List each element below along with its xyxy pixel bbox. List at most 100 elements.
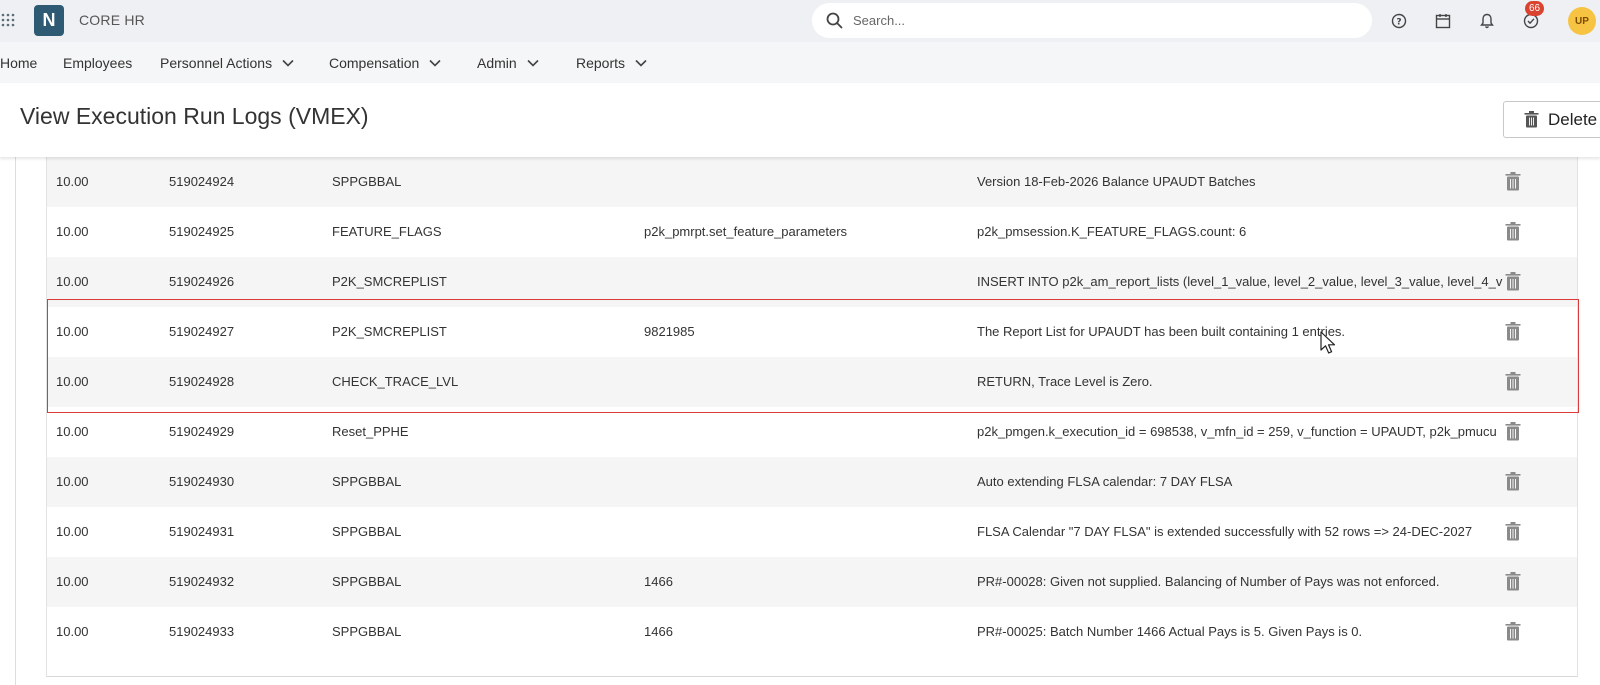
cell-c5: FLSA Calendar "7 DAY FLSA" is extended s… <box>977 524 1473 539</box>
table-row[interactable]: 10.00 519024933 SPPGBBAL 1466 PR#-00025: Bat… <box>47 607 1577 657</box>
cell-c2: 519024931 <box>169 524 235 539</box>
cell-c2: 519024925 <box>169 224 235 239</box>
nav-personnel-actions[interactable]: Personnel Actions <box>160 55 294 71</box>
cell-c1: 10.00 <box>56 174 89 189</box>
row-delete-trash-icon[interactable] <box>1505 272 1521 291</box>
cell-c4: 9821985 <box>644 324 695 339</box>
app-logo[interactable]: N <box>34 5 64 36</box>
cell-c5: p2k_pmgen.k_execution_id = 698538, v_mfn… <box>977 424 1497 439</box>
cell-c2: 519024927 <box>169 324 235 339</box>
row-delete-trash-icon[interactable] <box>1505 422 1521 441</box>
content-area: 10.00 519024924 SPPGBBAL Version 18-Feb-202… <box>0 157 1600 685</box>
cell-c3: SPPGBBAL <box>332 624 402 639</box>
notification-badge: 66 <box>1525 1 1544 16</box>
cell-c3: SPPGBBAL <box>332 174 402 189</box>
row-delete-trash-icon[interactable] <box>1505 322 1521 341</box>
cell-c5: p2k_pmsession.K_FEATURE_FLAGS.count: 6 <box>977 224 1247 239</box>
cell-c3: FEATURE_FLAGS <box>332 224 442 239</box>
chevron-down-icon <box>282 59 294 67</box>
chevron-down-icon <box>635 59 647 67</box>
cell-c5: Auto extending FLSA calendar: 7 DAY FLSA <box>977 474 1233 489</box>
table-row[interactable]: 10.00 519024927 P2K_SMCREPLIST 9821985 The R… <box>47 307 1577 357</box>
cell-c5: PR#-00028: Given not supplied. Balancing… <box>977 574 1440 589</box>
table-row[interactable]: 10.00 519024926 P2K_SMCREPLIST INSERT INTO … <box>47 257 1577 307</box>
top-bar: N CORE HR ? 66 UP <box>0 0 1600 42</box>
table-row[interactable]: 10.00 519024932 SPPGBBAL 1466 PR#-00028: Giv… <box>47 557 1577 607</box>
cell-c3: P2K_SMCREPLIST <box>332 324 447 339</box>
cell-c2: 519024930 <box>169 474 235 489</box>
nav-personnel-actions-label: Personnel Actions <box>160 55 273 71</box>
cell-c4: 1466 <box>644 574 673 589</box>
cell-c2: 519024932 <box>169 574 235 589</box>
row-delete-trash-icon[interactable] <box>1505 172 1521 191</box>
row-delete-trash-icon[interactable] <box>1505 472 1521 491</box>
calendar-icon[interactable] <box>1433 11 1453 31</box>
search-bar[interactable] <box>812 3 1372 38</box>
chevron-down-icon <box>527 59 539 67</box>
table-row[interactable]: 10.00 519024925 FEATURE_FLAGS p2k_pmrpt.set… <box>47 207 1577 257</box>
nav-home[interactable]: Home <box>0 55 37 71</box>
table-row[interactable]: 10.00 519024930 SPPGBBAL Auto extending FLS… <box>47 457 1577 507</box>
cell-c5: Version 18-Feb-2026 Balance UPAUDT Batch… <box>977 174 1256 189</box>
cell-c3: SPPGBBAL <box>332 474 402 489</box>
nav-compensation-label: Compensation <box>329 55 420 71</box>
page-header: View Execution Run Logs (VMEX) Delete <box>0 83 1600 157</box>
cell-c5: PR#-00025: Batch Number 1466 Actual Pays… <box>977 624 1363 639</box>
row-delete-trash-icon[interactable] <box>1505 372 1521 391</box>
cell-c1: 10.00 <box>56 424 89 439</box>
row-delete-trash-icon[interactable] <box>1505 572 1521 591</box>
nav-home-label: Home <box>0 55 38 71</box>
nav-compensation[interactable]: Compensation <box>329 55 441 71</box>
cell-c1: 10.00 <box>56 474 89 489</box>
cell-c1: 10.00 <box>56 324 89 339</box>
cell-c1: 10.00 <box>56 624 89 639</box>
cell-c1: 10.00 <box>56 224 89 239</box>
cell-c5: The Report List for UPAUDT has been buil… <box>977 324 1346 339</box>
table-row[interactable]: 10.00 519024928 CHECK_TRACE_LVL RETURN, Tra… <box>47 357 1577 407</box>
user-avatar[interactable]: UP <box>1568 7 1596 35</box>
table-row[interactable]: 10.00 519024931 SPPGBBAL FLSA Calendar "7 D… <box>47 507 1577 557</box>
left-rail-divider <box>15 157 16 685</box>
cell-c2: 519024924 <box>169 174 235 189</box>
cell-c5: INSERT INTO p2k_am_report_lists (level_1… <box>977 274 1503 289</box>
cell-c2: 519024928 <box>169 374 235 389</box>
cell-c3: P2K_SMCREPLIST <box>332 274 447 289</box>
search-icon <box>826 12 843 29</box>
app-name: CORE HR <box>79 12 145 28</box>
main-nav: Home Employees Personnel Actions Compens… <box>0 42 1600 83</box>
cell-c3: Reset_PPHE <box>332 424 409 439</box>
nav-employees-label: Employees <box>63 55 133 71</box>
cell-c5: RETURN, Trace Level is Zero. <box>977 374 1153 389</box>
chevron-down-icon <box>429 59 441 67</box>
cell-c1: 10.00 <box>56 374 89 389</box>
bell-icon[interactable] <box>1477 11 1497 31</box>
cell-c1: 10.00 <box>56 524 89 539</box>
row-delete-trash-icon[interactable] <box>1505 222 1521 241</box>
row-delete-trash-icon[interactable] <box>1505 622 1521 641</box>
page-title: View Execution Run Logs (VMEX) <box>20 103 369 129</box>
cell-c2: 519024933 <box>169 624 235 639</box>
apps-grid-icon[interactable] <box>1 13 15 27</box>
trash-icon <box>1524 111 1539 128</box>
svg-text:?: ? <box>1396 18 1401 28</box>
help-icon[interactable]: ? <box>1389 11 1409 31</box>
cell-c2: 519024929 <box>169 424 235 439</box>
cell-c3: SPPGBBAL <box>332 574 402 589</box>
cell-c1: 10.00 <box>56 274 89 289</box>
table-row[interactable]: 10.00 519024929 Reset_PPHE p2k_pmgen.k_exec… <box>47 407 1577 457</box>
cell-c3: CHECK_TRACE_LVL <box>332 374 459 389</box>
row-delete-trash-icon[interactable] <box>1505 522 1521 541</box>
cell-c2: 519024926 <box>169 274 235 289</box>
delete-button[interactable]: Delete <box>1503 101 1600 138</box>
nav-admin[interactable]: Admin <box>477 55 539 71</box>
nav-reports-label: Reports <box>576 55 626 71</box>
cell-c4: 1466 <box>644 624 673 639</box>
search-input[interactable] <box>853 13 1333 28</box>
nav-employees[interactable]: Employees <box>63 55 132 71</box>
table-bottom-border <box>47 676 1577 677</box>
run-log-table: 10.00 519024924 SPPGBBAL Version 18-Feb-202… <box>46 157 1578 677</box>
cell-c4: p2k_pmrpt.set_feature_parameters <box>644 224 848 239</box>
nav-reports[interactable]: Reports <box>576 55 647 71</box>
cell-c1: 10.00 <box>56 574 89 589</box>
table-row[interactable]: 10.00 519024924 SPPGBBAL Version 18-Feb-202… <box>47 157 1577 207</box>
